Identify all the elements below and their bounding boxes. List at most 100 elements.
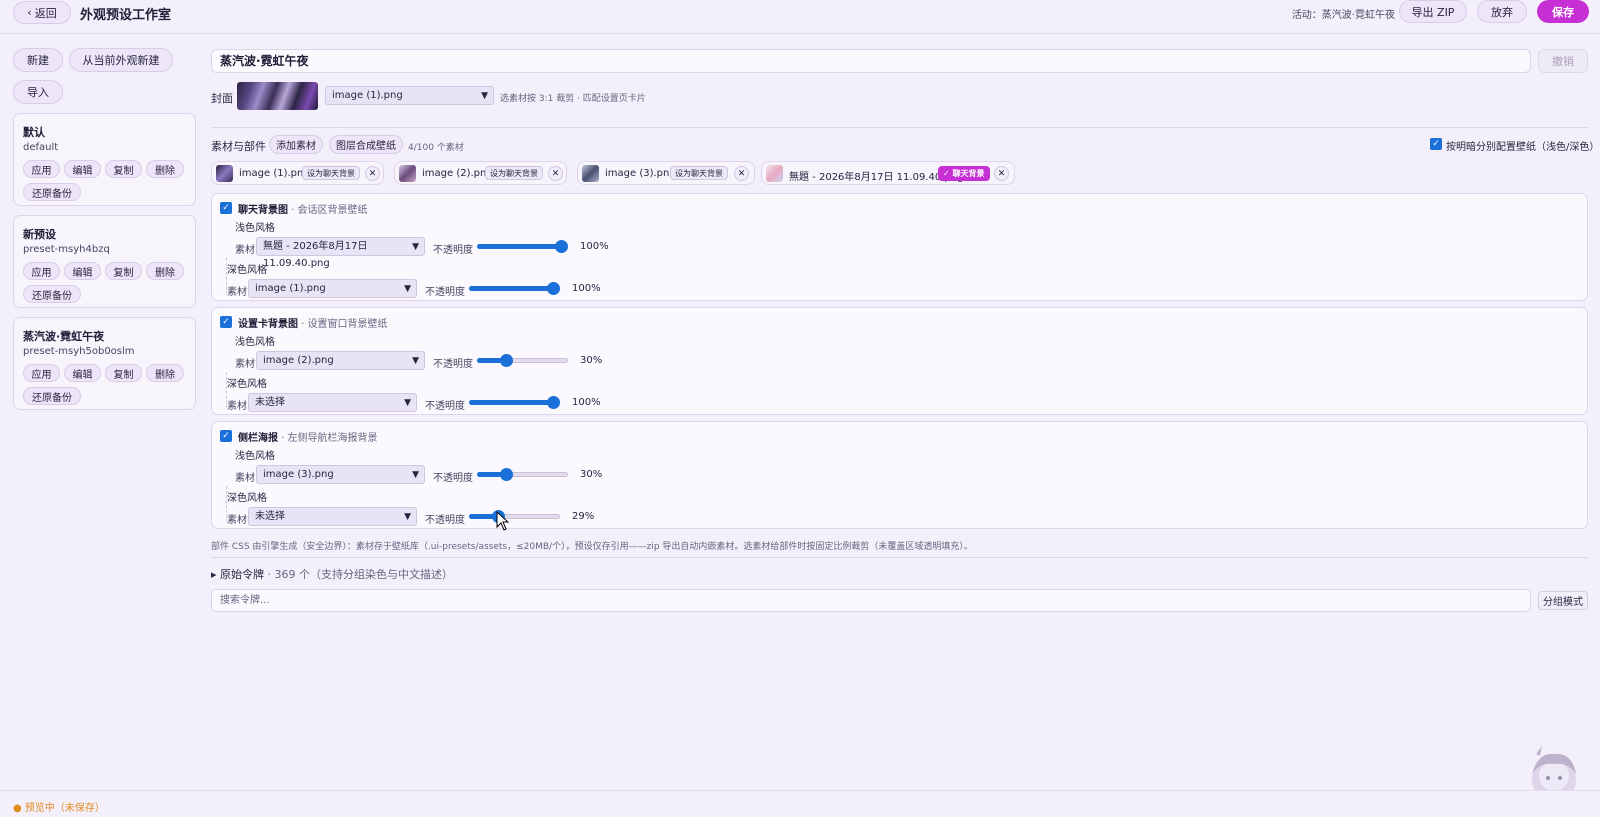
light-style-label: 浅色风格 — [235, 337, 275, 348]
light-dark-checkbox[interactable]: ✓ — [1430, 138, 1442, 150]
add-asset-button[interactable]: 添加素材 — [269, 135, 323, 154]
light-asset-select[interactable]: image (2).png ▼ — [256, 351, 425, 370]
edit-button[interactable]: 编辑 — [64, 364, 101, 382]
dark-opacity-slider[interactable] — [469, 508, 560, 524]
preset-id: default — [23, 142, 59, 153]
slider-handle[interactable] — [500, 468, 514, 481]
asset-chip[interactable]: image (1).png 设为聊天背景 ✕ — [211, 161, 384, 185]
edit-button[interactable]: 编辑 — [64, 160, 101, 178]
asset-field-label: 素材 — [235, 245, 255, 256]
page-title: 外观预设工作室 — [80, 8, 172, 23]
import-button[interactable]: 导入 — [13, 80, 63, 104]
raw-tokens-count: · 369 个（支持分组染色与中文描述） — [264, 568, 454, 581]
delete-button[interactable]: 删除 — [146, 364, 184, 382]
light-asset-select[interactable]: 無題 - 2026年8月17日 11.09.40.png ▼ — [256, 237, 425, 269]
slider-handle[interactable] — [555, 240, 568, 253]
preset-card-new[interactable]: 新预设 preset-msyh4bzq 应用 编辑 复制 删除 还原备份 — [13, 215, 196, 308]
close-icon[interactable]: ✕ — [548, 166, 563, 181]
select-value: 未选择 — [255, 397, 285, 408]
slider-handle[interactable] — [547, 396, 560, 409]
delete-button[interactable]: 删除 — [146, 160, 184, 178]
light-asset-select[interactable]: image (3).png ▼ — [256, 465, 425, 484]
apply-button[interactable]: 应用 — [23, 160, 60, 178]
slider-handle[interactable] — [547, 282, 560, 295]
undo-button[interactable]: 撤销 — [1538, 49, 1588, 73]
preset-name: 新预设 — [23, 228, 56, 241]
dark-asset-select[interactable]: image (1).png ▼ — [248, 279, 417, 298]
apply-button[interactable]: 应用 — [23, 262, 60, 280]
light-opacity-slider[interactable] — [477, 238, 568, 254]
layer-card-chat-bg: ✓ 聊天背景图 · 会话区背景壁纸 浅色风格 素材 無題 - 2026年8月17… — [211, 193, 1588, 301]
copy-button[interactable]: 复制 — [105, 262, 142, 280]
chevron-left-icon: ‹ — [27, 6, 32, 19]
select-value: 無題 - 2026年8月17日 11.09.40.png — [263, 241, 368, 269]
asset-field-label: 素材 — [227, 515, 247, 526]
asset-chip[interactable]: image (2).png 设为聊天背景 ✕ — [394, 161, 567, 185]
restore-backup-button[interactable]: 还原备份 — [23, 285, 81, 303]
preset-card-vaporwave[interactable]: 蒸汽波·霓虹午夜 preset-msyh5ob0oslm 应用 编辑 复制 删除… — [13, 317, 196, 410]
close-icon[interactable]: ✕ — [994, 166, 1009, 181]
new-preset-button[interactable]: 新建 — [13, 48, 63, 72]
export-zip-button[interactable]: 导出 ZIP — [1399, 0, 1467, 23]
opacity-label: 不透明度 — [433, 245, 473, 256]
layer-enable-checkbox[interactable]: ✓ — [220, 202, 232, 214]
layer-enable-checkbox[interactable]: ✓ — [220, 316, 232, 328]
set-chat-bg-button[interactable]: 设为聊天背景 — [670, 166, 728, 180]
dark-opacity-slider[interactable] — [469, 280, 560, 296]
layer-title-text: 设置卡背景图 — [238, 319, 298, 330]
copy-button[interactable]: 复制 — [105, 364, 142, 382]
slider-handle[interactable] — [500, 354, 514, 367]
light-dark-label: 按明暗分别配置壁纸（浅色/深色） — [1446, 142, 1600, 153]
assets-section-label: 素材与部件 — [211, 140, 266, 153]
raw-tokens-toggle[interactable]: ▸ 原始令牌 · 369 个（支持分组染色与中文描述） — [211, 566, 453, 582]
preset-id: preset-msyh4bzq — [23, 244, 110, 255]
chevron-down-icon: ▼ — [412, 470, 419, 480]
cover-thumbnail — [237, 82, 318, 110]
close-icon[interactable]: ✕ — [734, 166, 749, 181]
set-chat-bg-button[interactable]: 设为聊天背景 — [485, 166, 543, 180]
asset-chip[interactable]: image (3).png 设为聊天背景 ✕ — [577, 161, 755, 185]
back-button[interactable]: ‹ 返回 — [13, 1, 71, 24]
preset-card-default[interactable]: 默认 default 应用 编辑 复制 删除 还原备份 — [13, 113, 196, 206]
delete-button[interactable]: 删除 — [146, 262, 184, 280]
chevron-down-icon: ▼ — [404, 398, 411, 408]
restore-backup-button[interactable]: 还原备份 — [23, 387, 81, 405]
opacity-label: 不透明度 — [433, 359, 473, 370]
restore-backup-button[interactable]: 还原备份 — [23, 183, 81, 201]
opacity-value: 100% — [580, 241, 609, 252]
layer-enable-checkbox[interactable]: ✓ — [220, 430, 232, 442]
save-button[interactable]: 保存 — [1537, 0, 1589, 23]
asset-thumbnail — [766, 165, 783, 182]
asset-count: 4/100 个素材 — [408, 143, 464, 153]
dark-style-label: 深色风格 — [227, 265, 267, 276]
cover-select-value: image (1).png — [332, 90, 403, 101]
opacity-label: 不透明度 — [425, 287, 465, 298]
group-mode-button[interactable]: 分组模式 — [1538, 591, 1588, 610]
edit-button[interactable]: 编辑 — [64, 262, 101, 280]
apply-button[interactable]: 应用 — [23, 364, 60, 382]
asset-chip[interactable]: 無題 - 2026年8月17日 11.09.40.png ✓ 聊天背景 ✕ — [761, 161, 1015, 185]
asset-thumbnail — [582, 165, 599, 182]
set-chat-bg-button[interactable]: 设为聊天背景 — [302, 166, 360, 180]
compose-wallpaper-button[interactable]: 图层合成壁纸 — [329, 135, 403, 154]
preset-name-input[interactable]: 蒸汽波·霓虹午夜 — [211, 49, 1531, 73]
layer-title-text: 聊天背景图 — [238, 205, 288, 216]
dark-opacity-slider[interactable] — [469, 394, 560, 410]
caret-right-icon: ▸ — [211, 568, 217, 581]
token-search-input[interactable]: 搜索令牌... — [211, 589, 1531, 612]
cover-select[interactable]: image (1).png ▼ — [325, 86, 494, 105]
new-from-current-button[interactable]: 从当前外观新建 — [69, 48, 173, 72]
close-icon[interactable]: ✕ — [365, 166, 380, 181]
light-opacity-slider[interactable] — [477, 466, 568, 482]
layer-desc: · 设置窗口背景壁纸 — [298, 319, 388, 330]
light-opacity-slider[interactable] — [477, 352, 568, 368]
opacity-label: 不透明度 — [433, 473, 473, 484]
slider-fill — [469, 286, 554, 291]
discard-button[interactable]: 放弃 — [1477, 0, 1527, 23]
chevron-down-icon: ▼ — [412, 242, 419, 252]
copy-button[interactable]: 复制 — [105, 160, 142, 178]
slider-fill — [477, 244, 562, 249]
dark-asset-select[interactable]: 未选择 ▼ — [248, 507, 417, 526]
chat-bg-active-badge[interactable]: ✓ 聊天背景 — [938, 166, 990, 181]
dark-asset-select[interactable]: 未选择 ▼ — [248, 393, 417, 412]
